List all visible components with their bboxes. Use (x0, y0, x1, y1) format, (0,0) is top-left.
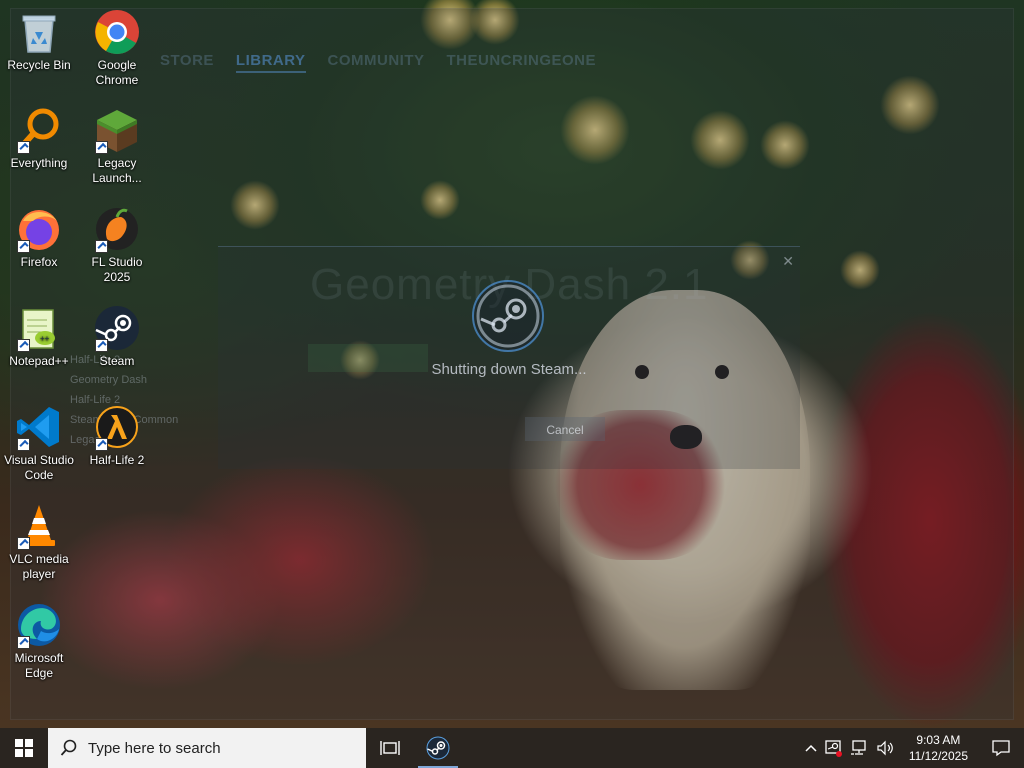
desktop-icon-half-life-2[interactable]: Half-Life 2 (78, 403, 156, 468)
desktop-icon-legacy-launcher[interactable]: Legacy Launch... (78, 106, 156, 186)
desktop-icon-label: Everything (10, 156, 68, 170)
steam-shutdown-dialog: ✕ Shutting down Steam... Cancel (218, 246, 800, 469)
steam-nav-store[interactable]: STORE (160, 52, 214, 73)
fl-studio-icon (93, 205, 141, 253)
action-center-button[interactable] (978, 728, 1024, 768)
desktop-icon-label: VLC media player (9, 552, 69, 581)
desktop-icon-label: Half-Life 2 (89, 453, 145, 467)
vscode-icon (15, 403, 63, 451)
cancel-button[interactable]: Cancel (525, 417, 605, 441)
desktop-icon-chrome[interactable]: Google Chrome (78, 8, 156, 88)
task-view-icon (380, 741, 400, 755)
start-button[interactable] (0, 728, 48, 768)
list-item[interactable]: Geometry Dash (70, 370, 178, 390)
steam-nav-profile[interactable]: THEUNCRINGEONE (447, 52, 597, 73)
system-tray: 9:03 AM 11/12/2025 (801, 728, 1024, 768)
taskbar-steam-button[interactable] (414, 728, 462, 768)
desktop-icon-label: Steam (99, 354, 135, 368)
steam-nav-community[interactable]: COMMUNITY (328, 52, 425, 73)
desktop-icon-notepad-plus-plus[interactable]: ++ Notepad++ (0, 304, 78, 369)
chrome-icon (93, 8, 141, 56)
half-life-2-icon (93, 403, 141, 451)
steam-tray-icon (825, 740, 842, 757)
legacy-launcher-icon (93, 106, 141, 154)
firefox-icon (15, 205, 63, 253)
task-view-button[interactable] (366, 728, 414, 768)
desktop-icon-everything[interactable]: Everything (0, 106, 78, 171)
volume-icon (877, 740, 893, 756)
taskbar-clock[interactable]: 9:03 AM 11/12/2025 (899, 732, 978, 764)
recycle-bin-icon (15, 8, 63, 56)
search-placeholder: Type here to search (88, 739, 221, 757)
tray-steam-button[interactable] (821, 728, 847, 768)
desktop-icon-label: Google Chrome (95, 58, 139, 87)
steam-nav-bar: STORE LIBRARY COMMUNITY THEUNCRINGEONE (160, 52, 596, 73)
steam-logo-icon (472, 280, 544, 352)
desktop-icon-label: Legacy Launch... (92, 156, 142, 185)
notepad-plus-plus-icon: ++ (15, 304, 63, 352)
chevron-up-icon (805, 744, 817, 752)
vlc-icon (15, 502, 63, 550)
shutdown-status-text: Shutting down Steam... (431, 361, 587, 378)
desktop-icon-label: Notepad++ (9, 354, 69, 368)
steam-icon (426, 736, 450, 760)
desktop-icon-label: Visual Studio Code (4, 453, 74, 482)
show-hidden-icons-button[interactable] (801, 728, 821, 768)
desktop-icon-firefox[interactable]: Firefox (0, 205, 78, 270)
network-button[interactable] (847, 728, 873, 768)
desktop-icon-fl-studio[interactable]: FL Studio 2025 (78, 205, 156, 285)
desktop-icon-label: Firefox (20, 255, 58, 269)
volume-button[interactable] (873, 728, 899, 768)
taskbar-search-box[interactable]: Type here to search (48, 728, 366, 768)
steam-nav-library[interactable]: LIBRARY (235, 52, 306, 73)
clock-time: 9:03 AM (916, 733, 961, 747)
desktop-icon-label: FL Studio 2025 (91, 255, 143, 284)
windows-logo-icon (15, 739, 33, 757)
desktop-icon-edge[interactable]: Microsoft Edge (0, 601, 78, 681)
search-icon (60, 739, 77, 756)
close-icon[interactable]: ✕ (782, 253, 794, 270)
everything-icon (15, 106, 63, 154)
svg-text:++: ++ (40, 334, 50, 343)
desktop-icon-label: Recycle Bin (7, 58, 71, 72)
edge-icon (15, 601, 63, 649)
desktop-icon-label: Microsoft Edge (14, 651, 64, 680)
taskbar: Type here to search 9:03 AM 11/12/2025 (0, 728, 1024, 768)
steam-icon (93, 304, 141, 352)
clock-date: 11/12/2025 (908, 749, 968, 763)
network-icon (850, 740, 866, 755)
desktop-icon-vlc[interactable]: VLC media player (0, 502, 78, 582)
desktop-icon-recycle-bin[interactable]: Recycle Bin (0, 8, 78, 73)
desktop-icon-vscode[interactable]: Visual Studio Code (0, 403, 78, 483)
desktop-icon-steam[interactable]: Steam (78, 304, 156, 369)
notification-icon (992, 740, 1010, 757)
